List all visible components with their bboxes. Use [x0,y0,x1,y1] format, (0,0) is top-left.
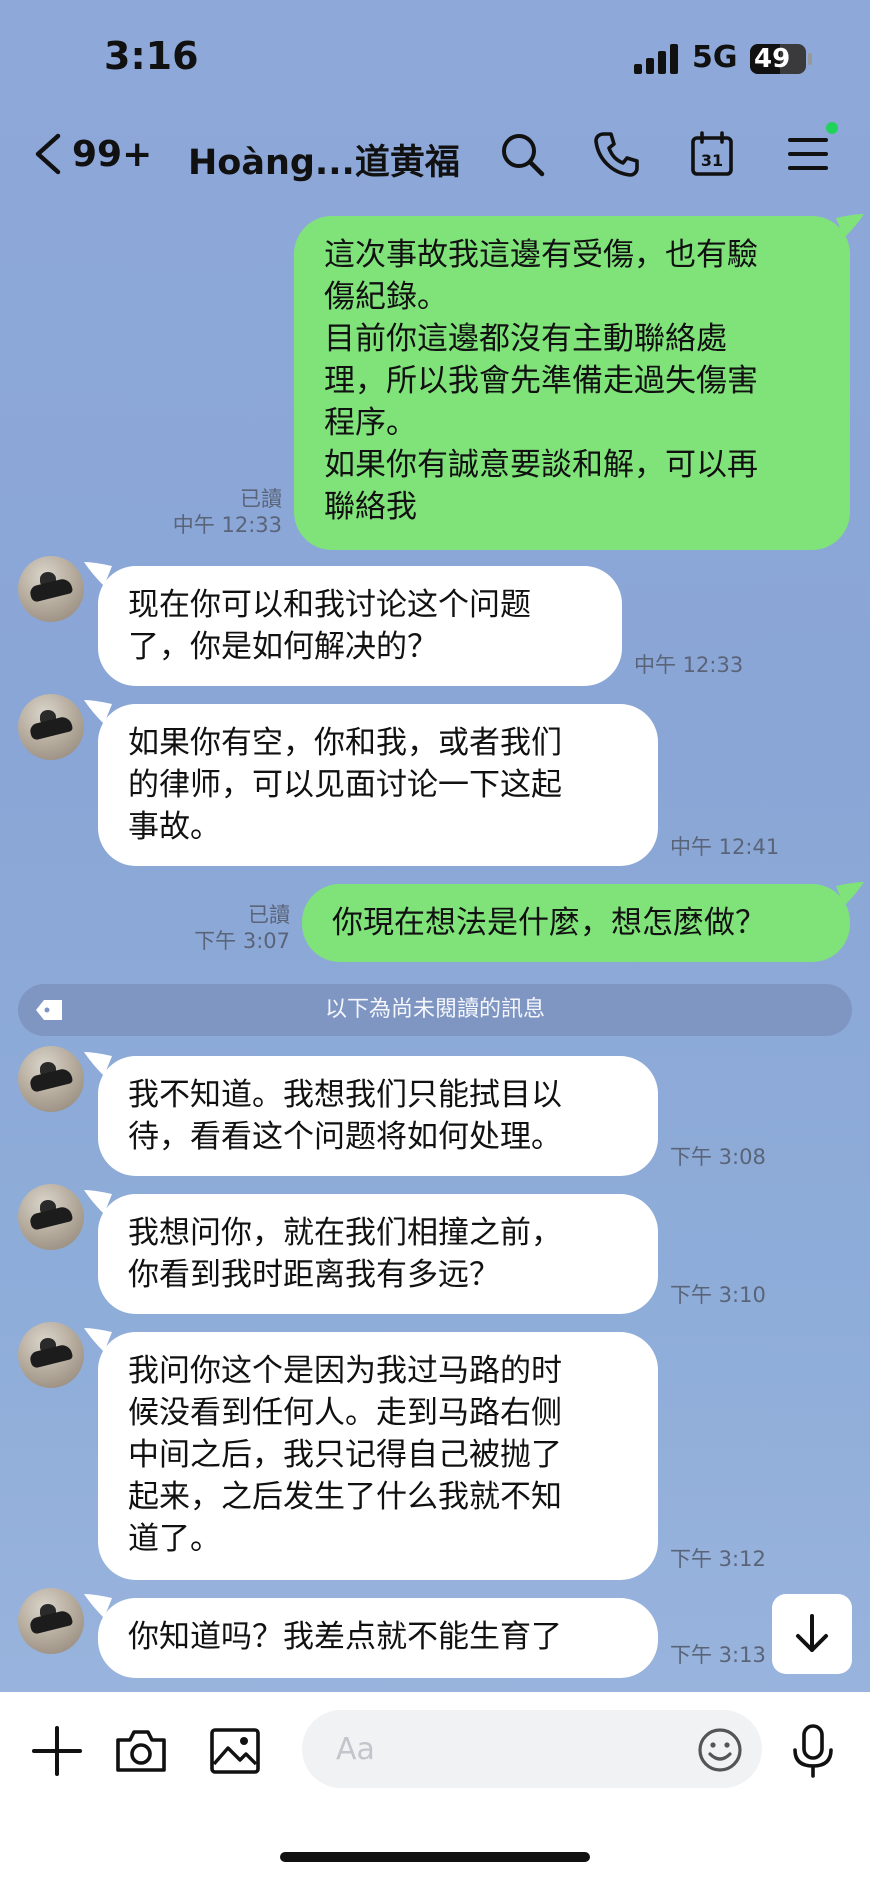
bubble-tail [84,700,112,724]
unread-divider: 以下為尚未閱讀的訊息 [18,984,852,1036]
message-line: 程序。 [324,405,417,441]
message-line: 道了。 [128,1521,221,1557]
chat-title[interactable]: Hoàng...道黄福 [188,134,460,185]
message-line: 目前你這邊都沒有主動聯絡處 [324,321,727,357]
bubble-tail [84,1190,112,1214]
network-label: 5G [692,40,738,75]
message-line: 你現在想法是什麼，想怎麼做？ [332,905,766,941]
bubble-tail [84,562,112,586]
message-line: 你看到我时距离我有多远？ [128,1257,500,1293]
message-line: 事故。 [128,809,221,845]
unread-divider-label: 以下為尚未閱讀的訊息 [324,997,545,1022]
message-line: 的律师，可以见面讨论一下这起 [128,767,562,803]
message-line: 你知道吗？我差点就不能生育了 [128,1619,562,1655]
read-receipt: 已讀 [240,487,282,511]
microphone-icon[interactable] [786,1724,840,1778]
message-line: 了，你是如何解决的？ [128,629,438,665]
message-line: 這次事故我這邊有受傷，也有驗 [324,237,758,273]
message-line: 傷紀錄。 [324,279,448,315]
emoji-icon[interactable] [696,1726,744,1774]
unread-count[interactable]: 99+ [72,134,152,175]
message-line: 聯絡我 [324,489,417,525]
message-bubble-outgoing[interactable]: 你現在想法是什麼，想怎麼做？ [302,884,850,962]
avatar[interactable] [18,556,84,622]
message-bubble-incoming[interactable]: 你知道吗？我差点就不能生育了 [98,1598,658,1678]
battery-level: 49 [754,44,791,74]
camera-icon[interactable] [114,1724,168,1778]
phone-icon[interactable] [592,130,640,178]
message-line: 起来，之后发生了什么我就不知 [128,1479,562,1515]
bubble-tail [84,1594,112,1618]
message-time: 中午 12:33 [634,653,744,677]
message-bubble-incoming[interactable]: 我不知道。我想我们只能拭目以 待，看看这个问题将如何处理。 [98,1056,658,1176]
calendar-icon[interactable]: 31 [688,130,736,178]
message-line: 待，看看这个问题将如何处理。 [128,1119,562,1155]
message-line: 如果你有誠意要談和解，可以再 [324,447,758,483]
tag-icon [36,1000,62,1020]
avatar[interactable] [18,1184,84,1250]
bubble-tail [836,882,864,906]
message-time: 下午 3:13 [670,1643,766,1667]
avatar[interactable] [18,1046,84,1112]
message-time: 下午 3:08 [670,1145,766,1169]
message-time: 中午 12:41 [670,835,780,859]
avatar[interactable] [18,694,84,760]
online-indicator [826,122,838,134]
image-icon[interactable] [208,1724,262,1778]
message-time: 中午 12:33 [172,513,282,537]
status-time: 3:16 [104,34,199,78]
bubble-tail [84,1052,112,1076]
home-indicator[interactable] [280,1852,590,1862]
battery-icon: 49 [750,44,806,74]
message-line: 我想问你，就在我们相撞之前， [128,1215,562,1251]
message-line: 候没看到任何人。走到马路右侧 [128,1395,562,1431]
back-icon[interactable] [30,132,70,176]
message-bubble-incoming[interactable]: 现在你可以和我讨论这个问题 了，你是如何解决的？ [98,566,622,686]
message-line: 我问你这个是因为我过马路的时 [128,1353,562,1389]
message-bubble-incoming[interactable]: 我问你这个是因为我过马路的时 候没看到任何人。走到马路右侧 中间之后，我只记得自… [98,1332,658,1580]
battery-cap [808,53,812,65]
search-icon[interactable] [498,130,546,178]
arrow-down-icon [796,1614,828,1652]
message-meta: 已讀 下午 3:07 [160,902,290,954]
message-line: 理，所以我會先準備走過失傷害 [324,363,758,399]
message-bubble-outgoing[interactable]: 這次事故我這邊有受傷，也有驗 傷紀錄。 目前你這邊都沒有主動聯絡處 理，所以我會… [294,216,850,550]
message-line: 现在你可以和我讨论这个问题 [128,587,531,623]
signal-icon [634,44,680,74]
message-time: 下午 3:12 [670,1547,766,1571]
message-line: 如果你有空，你和我，或者我们 [128,725,562,761]
menu-icon[interactable] [784,130,832,178]
message-time: 下午 3:10 [670,1283,766,1307]
scroll-to-bottom-button[interactable] [772,1594,852,1674]
message-bubble-incoming[interactable]: 如果你有空，你和我，或者我们 的律师，可以见面讨论一下这起 事故。 [98,704,658,866]
chat-header: 99+ Hoàng...道黄福 31 [0,110,870,194]
avatar[interactable] [18,1588,84,1654]
message-bubble-incoming[interactable]: 我想问你，就在我们相撞之前， 你看到我时距离我有多远？ [98,1194,658,1314]
avatar[interactable] [18,1322,84,1388]
message-text-input[interactable] [302,1710,762,1788]
plus-icon[interactable] [30,1724,84,1778]
message-time: 下午 3:07 [194,929,290,953]
message-meta: 已讀 中午 12:33 [150,486,282,538]
bubble-tail [836,214,864,238]
bubble-tail [84,1328,112,1352]
status-bar: 3:16 5G 49 [0,0,870,110]
svg-text:31: 31 [701,151,723,170]
message-line: 我不知道。我想我们只能拭目以 [128,1077,562,1113]
message-line: 中间之后，我只记得自己被抛了 [128,1437,562,1473]
read-receipt: 已讀 [248,903,290,927]
